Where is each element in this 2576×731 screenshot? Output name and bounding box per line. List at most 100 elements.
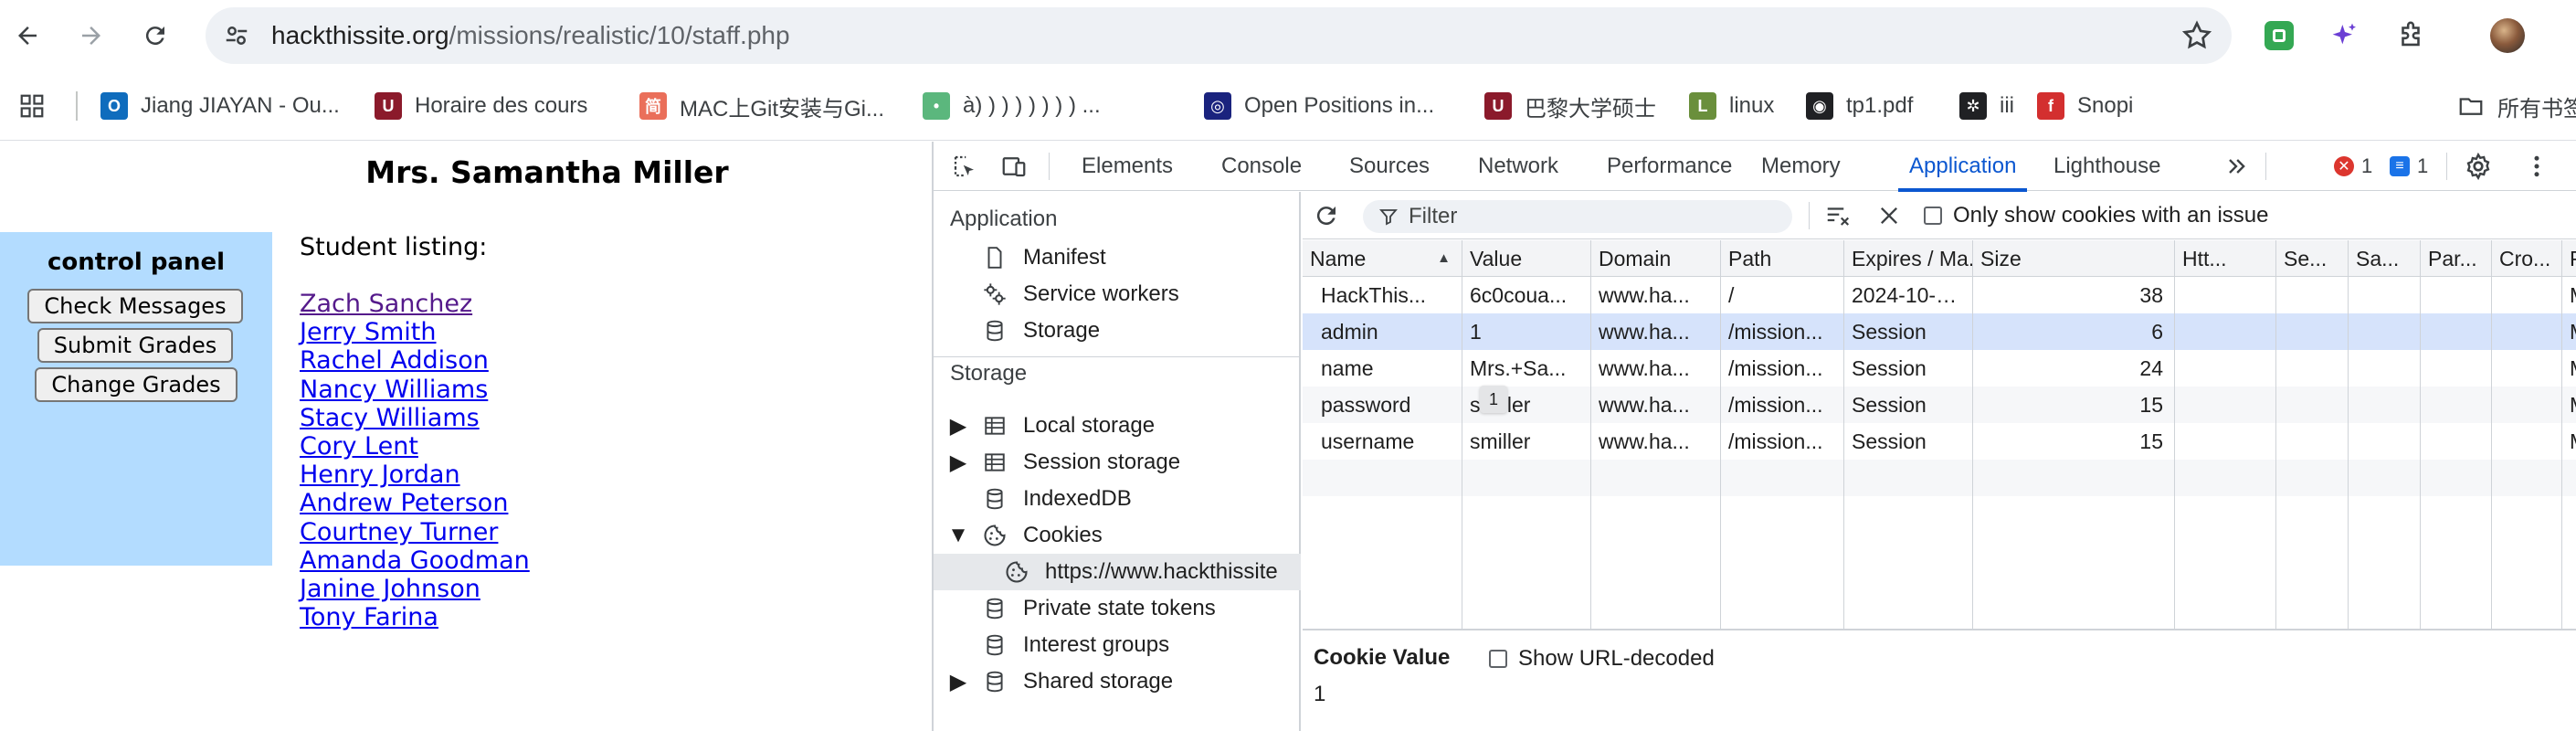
sparkle-icon[interactable] <box>2325 16 2365 56</box>
column-header[interactable]: Size <box>1973 240 2175 277</box>
student-link[interactable]: Tony Farina <box>300 603 438 631</box>
clear-filtered-icon[interactable] <box>1823 201 1853 230</box>
table-row[interactable]: HackThis... 6c0coua... www.ha.../2024-10-2… <box>1303 277 2576 313</box>
more-options-icon[interactable] <box>2522 152 2551 181</box>
sidebar-item-session-storage[interactable]: ▶ Session storage <box>934 444 1301 481</box>
show-url-decoded-checkbox[interactable]: Show URL-decoded <box>1489 643 1715 674</box>
apps-grid-icon[interactable] <box>18 71 46 141</box>
student-link[interactable]: Andrew Peterson <box>300 489 508 517</box>
student-link[interactable]: Nancy Williams <box>300 376 488 404</box>
table-row[interactable]: admin1www.ha.../mission...Session6 Me... <box>1303 313 2576 350</box>
collapse-arrow-icon[interactable]: ▼ <box>947 523 969 547</box>
error-count-badge[interactable]: ✕ 1 <box>2334 154 2372 179</box>
sidebar-item-storage[interactable]: Storage <box>934 313 1301 349</box>
expand-arrow-icon[interactable]: ▶ <box>950 414 966 439</box>
only-issue-checkbox[interactable]: Only show cookies with an issue <box>1924 192 2269 239</box>
student-link[interactable]: Zach Sanchez <box>300 290 472 318</box>
extensions-puzzle-icon[interactable] <box>2391 16 2431 56</box>
column-header[interactable]: Path <box>1721 240 1844 277</box>
column-header[interactable]: Name ▲ <box>1303 240 1462 277</box>
sidebar-item-interest-groups[interactable]: Interest groups <box>934 627 1301 663</box>
sidebar-item-private-state-tokens[interactable]: Private state tokens <box>934 590 1301 627</box>
sidebar-item-manifest[interactable]: Manifest <box>934 239 1301 276</box>
bookmark-item[interactable]: f Snopi <box>2037 71 2133 141</box>
error-count: 1 <box>2361 154 2373 177</box>
bookmark-item[interactable]: ◉ tp1.pdf <box>1806 71 1913 141</box>
url-text[interactable]: hackthissite.org/missions/realistic/10/s… <box>271 7 790 64</box>
table-row[interactable]: name Mrs.+Sa... www.ha.../mission... Sessio… <box>1303 350 2576 387</box>
bookmark-item[interactable]: • à) ) ) ) ) ) ) ) ... <box>923 71 1101 141</box>
message-count-badge[interactable]: ≡ 1 <box>2390 154 2428 179</box>
table-row[interactable]: username smiller www.ha.../mission... Sessi… <box>1303 423 2576 460</box>
sidebar-item-shared-storage[interactable]: ▶ Shared storage <box>934 663 1301 700</box>
show-url-decoded-label: Show URL-decoded <box>1518 646 1715 671</box>
address-bar[interactable]: hackthissite.org/missions/realistic/10/s… <box>206 7 2232 64</box>
inspect-element-icon[interactable] <box>950 152 979 181</box>
tab-memory[interactable]: Memory <box>1761 142 1841 191</box>
back-button[interactable] <box>7 16 48 56</box>
filter-field[interactable] <box>1363 200 1792 233</box>
tab-sources[interactable]: Sources <box>1349 142 1430 191</box>
column-header[interactable]: Domain <box>1591 240 1721 277</box>
bookmark-star-icon[interactable] <box>2180 19 2213 52</box>
checkbox[interactable] <box>1924 207 1942 225</box>
expand-arrow-icon[interactable]: ▶ <box>950 450 966 475</box>
student-link[interactable]: Courtney Turner <box>300 518 498 546</box>
bookmark-item[interactable]: ✲ iii <box>1959 71 2014 141</box>
tab-application[interactable]: Application <box>1897 142 2028 192</box>
sidebar-item-cookie-origin[interactable]: https://www.hackthissite <box>934 554 1301 590</box>
submit-grades-button[interactable]: Submit Grades <box>37 328 233 363</box>
student-link[interactable]: Amanda Goodman <box>300 546 530 575</box>
clear-all-x-icon[interactable] <box>1874 201 1904 230</box>
all-bookmarks-folder[interactable]: 所有书签 <box>2457 71 2576 141</box>
bookmark-item[interactable]: O Jiang JIAYAN - Ou... <box>100 71 340 141</box>
bookmark-item[interactable]: 简 MAC上Git安装与Gi... <box>639 71 884 141</box>
student-link[interactable]: Rachel Addison <box>300 346 489 375</box>
filter-input[interactable] <box>1409 204 1774 229</box>
bookmark-item[interactable]: Llinux <box>1689 71 1774 141</box>
table-cell <box>2276 350 2349 387</box>
sidebar-item-service-workers[interactable]: Service workers <box>934 276 1301 313</box>
column-header[interactable]: Par... <box>2421 240 2492 277</box>
change-grades-button[interactable]: Change Grades <box>35 367 238 402</box>
site-info-icon[interactable] <box>218 17 255 54</box>
tab-console[interactable]: Console <box>1221 142 1302 191</box>
tab-lighthouse[interactable]: Lighthouse <box>2053 142 2160 191</box>
check-messages-button[interactable]: Check Messages <box>27 289 243 323</box>
checkbox[interactable] <box>1489 650 1507 668</box>
reload-button[interactable] <box>135 16 175 56</box>
sidebar-item-local-storage[interactable]: ▶ Local storage <box>934 408 1301 444</box>
student-link[interactable]: Cory Lent <box>300 432 418 461</box>
column-header[interactable]: Pri... <box>2562 240 2576 277</box>
bookmark-item[interactable]: ◎ Open Positions in... <box>1204 71 1434 141</box>
column-header[interactable]: Expires / Ma... <box>1844 240 1973 277</box>
table-cell: /mission... <box>1721 313 1844 350</box>
more-tabs-chevron-icon[interactable] <box>2222 152 2251 181</box>
student-link[interactable]: Stacy Williams <box>300 404 480 432</box>
bookmark-item[interactable]: U Horaire des cours <box>375 71 587 141</box>
tab-performance[interactable]: Performance <box>1607 142 1732 191</box>
column-header[interactable]: Cro... <box>2492 240 2562 277</box>
table-cell <box>2492 350 2562 387</box>
student-link[interactable]: Jerry Smith <box>300 318 437 346</box>
expand-arrow-icon[interactable]: ▶ <box>950 670 966 694</box>
profile-avatar[interactable] <box>2487 16 2528 56</box>
column-header[interactable]: Htt... <box>2175 240 2276 277</box>
column-header[interactable]: Value <box>1462 240 1591 277</box>
tab-elements[interactable]: Elements <box>1082 142 1173 191</box>
column-header[interactable]: Se... <box>2276 240 2349 277</box>
only-issue-label: Only show cookies with an issue <box>1953 203 2269 228</box>
student-link[interactable]: Henry Jordan <box>300 461 460 489</box>
device-toolbar-icon[interactable] <box>999 152 1029 181</box>
bookmark-item[interactable]: U 巴黎大学硕士 <box>1484 71 1656 141</box>
forward-button[interactable] <box>71 16 111 56</box>
student-link[interactable]: Janine Johnson <box>300 575 480 603</box>
column-header[interactable]: Sa... <box>2349 240 2421 277</box>
settings-gear-icon[interactable] <box>2464 152 2493 181</box>
refresh-icon[interactable] <box>1312 201 1341 230</box>
extension-green-icon[interactable] <box>2259 16 2299 56</box>
sidebar-item-indexeddb[interactable]: IndexedDB <box>934 481 1301 517</box>
tab-network[interactable]: Network <box>1478 142 1558 191</box>
sidebar-item-cookies[interactable]: ▼ Cookies <box>934 517 1301 554</box>
bookmark-icon: • <box>923 92 950 120</box>
